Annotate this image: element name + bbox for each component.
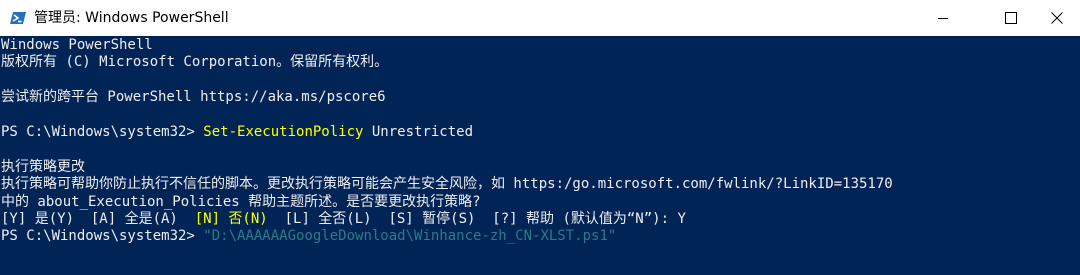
- close-button[interactable]: [1034, 0, 1080, 36]
- powershell-icon: [10, 12, 26, 24]
- banner-line: Windows PowerShell: [1, 37, 153, 53]
- command-name: Set-ExecutionPolicy: [203, 123, 364, 140]
- maximize-icon: [1005, 12, 1017, 24]
- prompt: PS C:\Windows\system32>: [1, 228, 204, 245]
- choice-rest: [L] 全否(L) [S] 暂停(S) [?] 帮助 (默认值为“N”): Y: [267, 210, 686, 227]
- minimize-button[interactable]: [920, 0, 966, 36]
- confirm-body-line: 中的 about_Execution_Policies 帮助主题所述。是否要更改…: [1, 193, 481, 210]
- tip-line: 尝试新的跨平台 PowerShell https://aka.ms/pscore…: [1, 89, 386, 106]
- powershell-window: 管理员: Windows PowerShell Windows PowerShe…: [0, 0, 1080, 275]
- title-bar[interactable]: 管理员: Windows PowerShell: [0, 0, 1080, 36]
- window-title: 管理员: Windows PowerShell: [34, 10, 229, 26]
- close-icon: [1051, 12, 1063, 24]
- choice-line: [Y] 是(Y) [A] 全是(A) [N] 否(N) [L] 全否(L) [S…: [1, 211, 893, 228]
- prompt: PS C:\Windows\system32>: [1, 123, 204, 140]
- confirm-title: 执行策略更改: [1, 158, 85, 175]
- minimize-icon: [938, 18, 948, 19]
- console-output[interactable]: Windows PowerShell 版权所有 (C) Microsoft Co…: [0, 36, 1080, 275]
- command-line-2[interactable]: PS C:\Windows\system32> "D:\AAAAAAGoogle…: [1, 228, 893, 245]
- command-argument: Unrestricted: [363, 123, 474, 140]
- copyright-line: 版权所有 (C) Microsoft Corporation。保留所有权利。: [1, 54, 389, 71]
- choice-no-default: [N] 否(N): [194, 210, 268, 227]
- command-line-1: PS C:\Windows\system32> Set-ExecutionPol…: [1, 124, 893, 141]
- script-path-argument: "D:\AAAAAAGoogleDownload\Winhance-zh_CN-…: [203, 228, 617, 245]
- maximize-button[interactable]: [988, 0, 1034, 36]
- confirm-body-line: 执行策略可帮助你防止执行不信任的脚本。更改执行策略可能会产生安全风险，如 htt…: [1, 176, 893, 193]
- choice-yes: [Y] 是(Y) [A] 全是(A): [1, 210, 195, 227]
